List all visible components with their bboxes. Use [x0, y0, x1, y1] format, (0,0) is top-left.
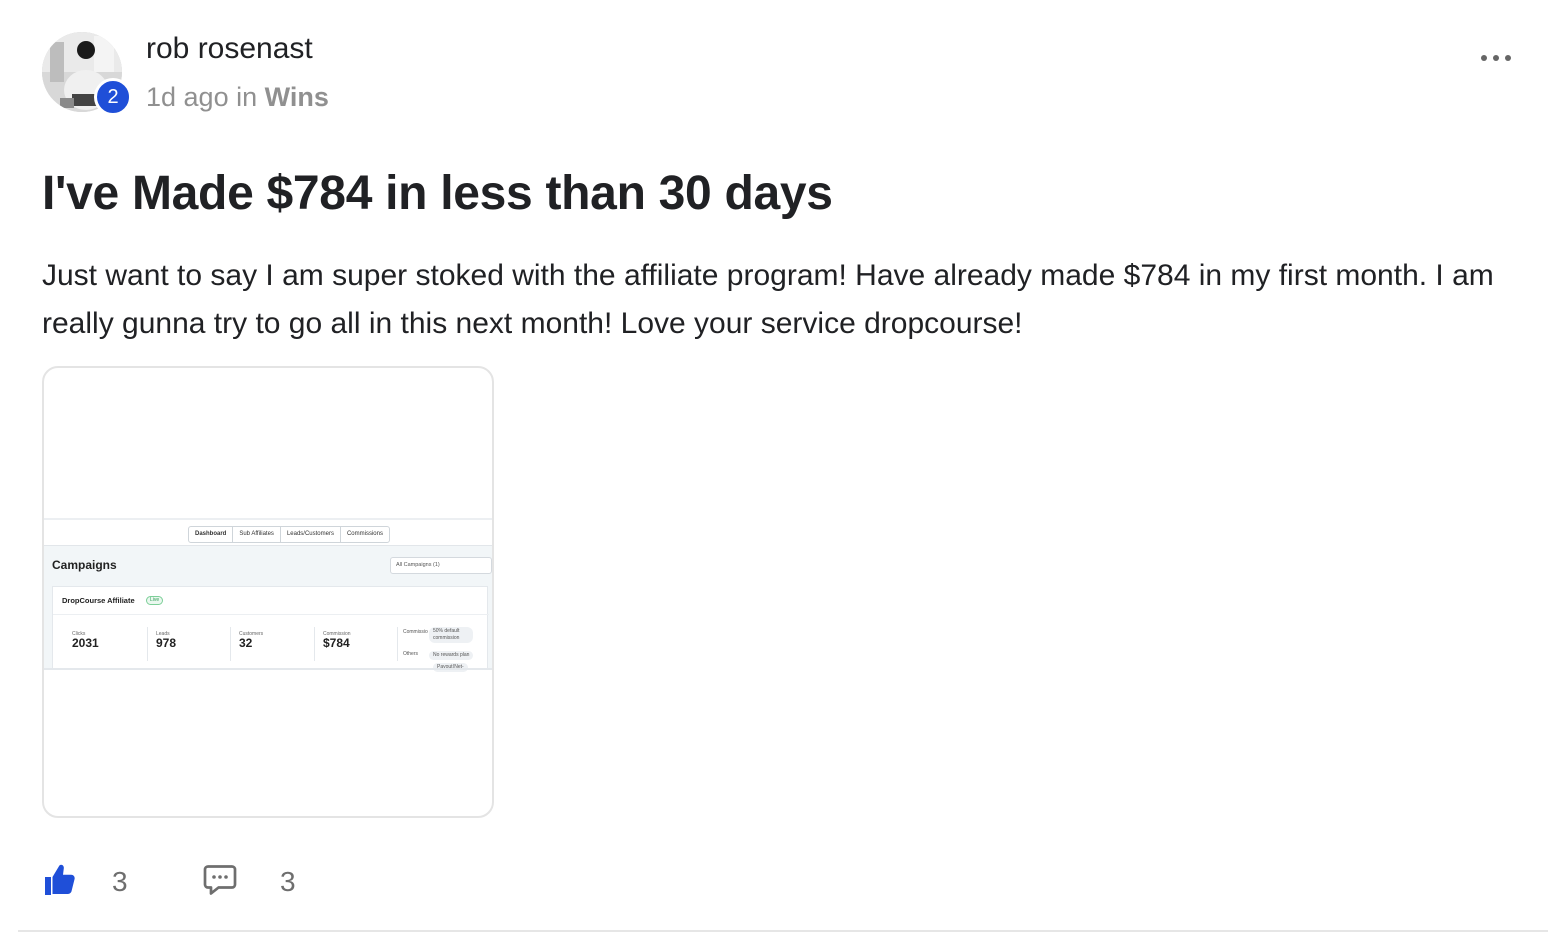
- screenshot-topbar: Dashboard Sub Affiliates Leads/Customers…: [44, 518, 492, 546]
- post-title: I've Made $784 in less than 30 days: [42, 167, 833, 220]
- stat-value: $784: [323, 636, 350, 650]
- screenshot-campaign-name: DropCourse Affiliate: [62, 596, 135, 605]
- stat-value: 978: [156, 636, 177, 650]
- post-actions: 3 3: [42, 858, 442, 906]
- comment-icon: [203, 865, 237, 895]
- stat-divider: [147, 627, 148, 661]
- screenshot-heading: Campaigns: [52, 558, 117, 572]
- screenshot-tab: Leads/Customers: [281, 527, 341, 542]
- stat-divider: [314, 627, 315, 661]
- screenshot-tab: Dashboard: [189, 527, 234, 542]
- stat-divider: [230, 627, 231, 661]
- screenshot-others-label: Others: [403, 651, 419, 657]
- post-image-attachment[interactable]: Dashboard Sub Affiliates Leads/Customers…: [42, 366, 494, 818]
- stat-value: 2031: [72, 636, 99, 650]
- post-meta: 1d ago in Wins: [146, 82, 329, 113]
- comment-count: 3: [280, 866, 296, 897]
- screenshot-stat-commission: Commission $784: [323, 631, 351, 650]
- screenshot-pill: No rewards plan: [429, 651, 474, 660]
- screenshot-tab: Sub Affiliates: [233, 527, 281, 542]
- screenshot-commission-label: Commissio: [403, 629, 428, 635]
- attachment-screenshot: Dashboard Sub Affiliates Leads/Customers…: [44, 518, 492, 672]
- screenshot-card-divider: [53, 614, 489, 615]
- post-category[interactable]: Wins: [265, 82, 329, 112]
- screenshot-status-badge: Live: [146, 596, 164, 605]
- level-badge: 2: [94, 78, 132, 116]
- stat-divider: [397, 627, 398, 661]
- stat-value: 32: [239, 636, 253, 650]
- post-in-word: in: [236, 82, 258, 112]
- screenshot-campaign-select: All Campaigns (1): [390, 557, 492, 574]
- post-body: Just want to say I am super stoked with …: [42, 259, 1494, 340]
- post-time: 1d ago: [146, 82, 229, 112]
- like-button[interactable]: [42, 862, 84, 902]
- screenshot-tab: Commissions: [346, 531, 383, 537]
- more-options-button[interactable]: [1472, 40, 1520, 76]
- screenshot-pill: 50% default commission: [429, 627, 473, 643]
- comment-button[interactable]: [202, 862, 242, 902]
- screenshot-nav: Dashboard Sub Affiliates Leads/Customers…: [188, 526, 390, 543]
- thumbs-up-icon: [45, 864, 75, 895]
- screenshot-campaign-card: DropCourse Affiliate Live Clicks 2031 Le…: [52, 586, 489, 672]
- screenshot-stat-leads: Leads 978: [156, 631, 176, 650]
- like-count: 3: [112, 866, 128, 897]
- screenshot-stat-clicks: Clicks 2031: [72, 631, 99, 650]
- more-horizontal-icon: [1481, 55, 1511, 61]
- screenshot-stat-customers: Customers 32: [239, 631, 263, 650]
- post-card: 2 rob rosenast 1d ago in Wins I've Made …: [0, 0, 1548, 932]
- author-name[interactable]: rob rosenast: [146, 32, 313, 66]
- screenshot-bottom-edge: [44, 668, 492, 670]
- author-avatar-wrap[interactable]: 2: [42, 32, 132, 116]
